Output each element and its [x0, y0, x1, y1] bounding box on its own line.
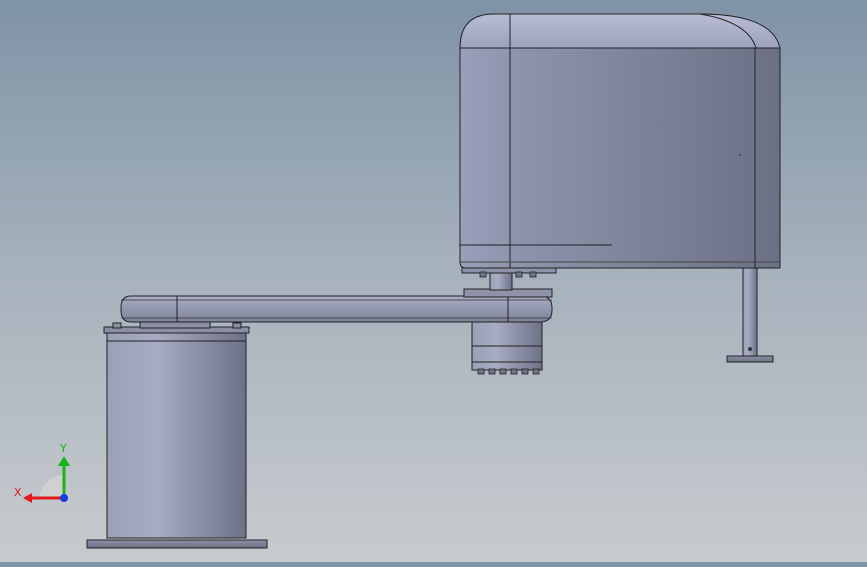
arm-link-1	[120, 288, 553, 323]
triad-plane	[37, 473, 65, 499]
axis-triad[interactable]: Y X	[10, 440, 80, 510]
triad-graphic	[23, 456, 70, 503]
ball-screw-shaft	[726, 267, 774, 363]
cad-viewport[interactable]: Y X	[0, 0, 867, 562]
joint-neck	[461, 266, 557, 291]
robot-model[interactable]	[0, 0, 867, 562]
triad-y-label: Y	[60, 442, 67, 455]
triad-y-arrowhead	[58, 456, 70, 466]
triad-z-axis	[60, 494, 68, 502]
triad-x-arrowhead	[23, 493, 32, 503]
joint-2-hub	[471, 321, 543, 375]
base-column	[103, 319, 250, 539]
base-plate	[86, 536, 268, 549]
triad-x-label: X	[14, 486, 22, 499]
arm-2-housing	[459, 13, 781, 269]
